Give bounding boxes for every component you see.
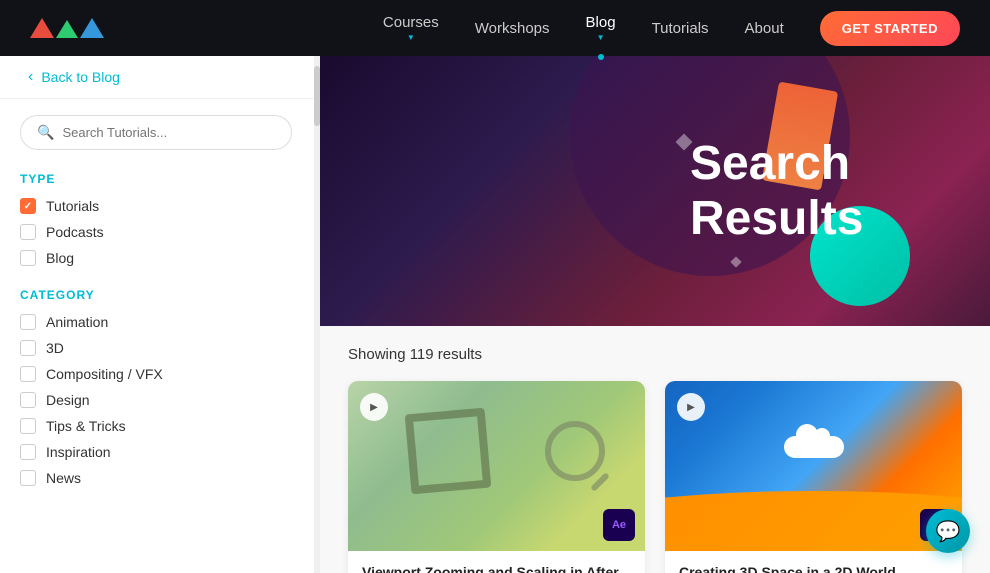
chat-bubble[interactable]: 💬	[926, 509, 970, 553]
nav-link-workshops[interactable]: Workshops	[475, 20, 550, 37]
checkbox-tips[interactable]	[20, 418, 36, 434]
checkbox-animation[interactable]	[20, 314, 36, 330]
card-body-2: Creating 3D Space in a 2D World	[665, 551, 962, 573]
checkbox-3d[interactable]	[20, 340, 36, 356]
checkbox-design[interactable]	[20, 392, 36, 408]
filter-item-podcasts[interactable]: Podcasts	[20, 224, 292, 240]
play-button-1[interactable]: ▶	[360, 393, 388, 421]
results-area: Showing 119 results ▶ Ae Viewport Zoomin…	[320, 326, 990, 573]
filter-item-animation[interactable]: Animation	[20, 314, 292, 330]
filter-label-podcasts: Podcasts	[46, 224, 104, 240]
category-section-title: CATEGORY	[20, 288, 292, 302]
thumb-cloud	[784, 436, 844, 458]
logo-triangles	[30, 18, 104, 38]
checkbox-blog[interactable]	[20, 250, 36, 266]
back-link-area: ‹ Back to Blog	[0, 56, 320, 99]
navbar: Courses ▼ Workshops Blog ▼ Tutorials Abo…	[0, 0, 990, 56]
chevron-down-icon: ▼	[407, 33, 415, 42]
get-started-button[interactable]: GET STARTED	[820, 11, 960, 46]
cards-grid: ▶ Ae Viewport Zooming and Scaling in Aft…	[348, 381, 962, 573]
search-icon: 🔍	[37, 124, 54, 141]
filter-item-compositing[interactable]: Compositing / VFX	[20, 366, 292, 382]
logo-tri-red	[30, 18, 54, 38]
filter-label-compositing: Compositing / VFX	[46, 366, 163, 382]
filter-item-tips[interactable]: Tips & Tricks	[20, 418, 292, 434]
filter-item-blog[interactable]: Blog	[20, 250, 292, 266]
filter-item-news[interactable]: News	[20, 470, 292, 486]
right-content: Search Results Showing 119 results ▶ Ae	[320, 56, 990, 573]
filter-item-tutorials[interactable]: Tutorials	[20, 198, 292, 214]
ae-badge-1: Ae	[603, 509, 635, 541]
category-section: CATEGORY Animation 3D Compositing / VFX	[20, 288, 292, 486]
logo-tri-green	[56, 20, 78, 38]
filter-label-blog: Blog	[46, 250, 74, 266]
search-input[interactable]	[62, 125, 275, 140]
card-thumbnail-2: ▶ Ae	[665, 381, 962, 551]
filter-label-animation: Animation	[46, 314, 108, 330]
search-box[interactable]: 🔍	[20, 115, 292, 150]
filter-label-tips: Tips & Tricks	[46, 418, 126, 434]
lower-section: ‹ Back to Blog 🔍 TYPE Tutorials	[0, 56, 990, 573]
page-wrapper: Courses ▼ Workshops Blog ▼ Tutorials Abo…	[0, 0, 990, 573]
logo-tri-blue	[80, 18, 104, 38]
back-to-blog-label: Back to Blog	[41, 69, 120, 85]
thumb-square	[405, 408, 492, 495]
card-2[interactable]: ▶ Ae Creating 3D Space in a 2D World	[665, 381, 962, 573]
card-title-1: Viewport Zooming and Scaling in After Ef…	[362, 563, 631, 573]
filter-label-3d: 3D	[46, 340, 64, 356]
type-section: TYPE Tutorials Podcasts Blog	[20, 172, 292, 266]
checkbox-tutorials[interactable]	[20, 198, 36, 214]
logo[interactable]	[30, 18, 104, 38]
hero-title: Search Results	[690, 136, 990, 246]
checkbox-inspiration[interactable]	[20, 444, 36, 460]
filter-item-design[interactable]: Design	[20, 392, 292, 408]
sidebar-wrapper: ‹ Back to Blog 🔍 TYPE Tutorials	[0, 56, 320, 573]
card-body-1: Viewport Zooming and Scaling in After Ef…	[348, 551, 645, 573]
chevron-down-icon-blog: ▼	[597, 33, 605, 42]
filter-item-inspiration[interactable]: Inspiration	[20, 444, 292, 460]
nav-link-blog[interactable]: Blog ▼	[586, 14, 616, 42]
play-button-2[interactable]: ▶	[677, 393, 705, 421]
sidebar-content: 🔍 TYPE Tutorials Podcasts	[0, 99, 320, 573]
type-section-title: TYPE	[20, 172, 292, 186]
nav-link-tutorials[interactable]: Tutorials	[652, 20, 709, 37]
checkbox-compositing[interactable]	[20, 366, 36, 382]
back-to-blog-link[interactable]: ‹ Back to Blog	[28, 68, 292, 86]
nav-links: Courses ▼ Workshops Blog ▼ Tutorials Abo…	[383, 11, 960, 46]
wave-orange	[665, 491, 962, 551]
thumb-magnify	[545, 421, 605, 481]
filter-item-3d[interactable]: 3D	[20, 340, 292, 356]
filter-label-news: News	[46, 470, 81, 486]
checkbox-news[interactable]	[20, 470, 36, 486]
chevron-left-icon: ‹	[28, 68, 33, 86]
nav-link-courses[interactable]: Courses ▼	[383, 14, 439, 42]
results-count: Showing 119 results	[348, 346, 962, 363]
card-thumbnail-1: ▶ Ae	[348, 381, 645, 551]
checkbox-podcasts[interactable]	[20, 224, 36, 240]
chat-icon: 💬	[936, 519, 961, 544]
nav-link-about[interactable]: About	[745, 20, 784, 37]
filter-label-inspiration: Inspiration	[46, 444, 111, 460]
card-1[interactable]: ▶ Ae Viewport Zooming and Scaling in Aft…	[348, 381, 645, 573]
card-title-2: Creating 3D Space in a 2D World	[679, 563, 948, 573]
filter-label-design: Design	[46, 392, 90, 408]
filter-label-tutorials: Tutorials	[46, 198, 99, 214]
hero-section: Search Results	[320, 56, 990, 326]
